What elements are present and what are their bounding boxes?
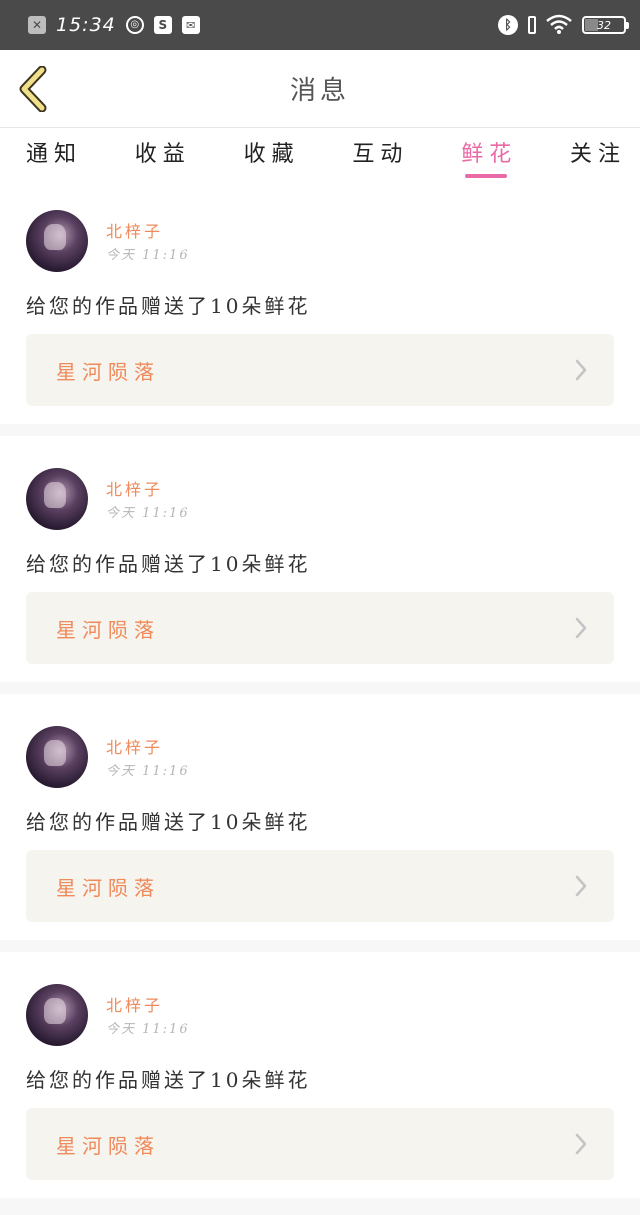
chevron-right-icon [575, 875, 587, 897]
username[interactable]: 北梓子 [106, 734, 163, 758]
tab-bar: 通知 收益 收藏 互动 鲜花 关注 [0, 128, 640, 178]
avatar[interactable] [26, 468, 88, 530]
work-title: 星河陨落 [56, 875, 160, 900]
page-title: 消息 [289, 76, 350, 106]
chevron-right-icon [575, 617, 587, 639]
message-text: 给您的作品赠送了10朵鲜花 [26, 810, 311, 834]
tab-notifications[interactable]: 通知 [26, 136, 82, 178]
message-text: 给您的作品赠送了10朵鲜花 [26, 294, 311, 318]
message-card: 北梓子 今天 11:16 给您的作品赠送了10朵鲜花 星河陨落 [0, 694, 640, 940]
timestamp: 今天 11:16 [106, 764, 190, 779]
username[interactable]: 北梓子 [106, 218, 163, 242]
tab-earnings[interactable]: 收益 [135, 136, 191, 178]
tab-flowers[interactable]: 鲜花 [461, 136, 517, 178]
username[interactable]: 北梓子 [106, 992, 163, 1016]
tab-favorites[interactable]: 收藏 [244, 136, 300, 178]
status-time: 15:34 [56, 14, 116, 36]
work-link[interactable]: 星河陨落 [26, 1108, 614, 1180]
close-notification-icon: ✕ [28, 16, 46, 34]
avatar[interactable] [26, 984, 88, 1046]
message-text: 给您的作品赠送了10朵鲜花 [26, 1068, 311, 1092]
work-title: 星河陨落 [56, 1133, 160, 1158]
work-title: 星河陨落 [56, 359, 160, 384]
timestamp: 今天 11:16 [106, 248, 190, 263]
battery-level: 32 [597, 18, 611, 32]
back-arrow-icon [19, 65, 47, 113]
netease-music-icon: ◎ [125, 16, 144, 34]
wifi-icon [546, 14, 572, 37]
chevron-right-icon [575, 359, 587, 381]
status-bar-left: ✕ 15:34 ◎ S ✉ [28, 14, 200, 36]
status-bar-right: ᛒ 32 [498, 14, 629, 37]
timestamp: 今天 11:16 [106, 506, 190, 521]
device-battery-icon [528, 16, 536, 34]
status-bar: ✕ 15:34 ◎ S ✉ ᛒ 32 [0, 0, 640, 50]
message-card: 北梓子 今天 11:16 给您的作品赠送了10朵鲜花 星河陨落 [0, 178, 640, 424]
chevron-right-icon [575, 1133, 587, 1155]
page-header: 消息 [0, 50, 640, 128]
work-link[interactable]: 星河陨落 [26, 592, 614, 664]
work-title: 星河陨落 [56, 617, 160, 642]
work-link[interactable]: 星河陨落 [26, 334, 614, 406]
avatar[interactable] [26, 726, 88, 788]
message-notification-icon: ✉ [181, 16, 200, 34]
back-button[interactable] [14, 65, 54, 113]
battery-icon: 32 [582, 16, 629, 34]
message-card: 北梓子 今天 11:16 给您的作品赠送了10朵鲜花 星河陨落 [0, 436, 640, 682]
avatar[interactable] [26, 210, 88, 272]
message-card: 北梓子 今天 11:16 给您的作品赠送了10朵鲜花 星河陨落 [0, 952, 640, 1198]
bluetooth-icon: ᛒ [498, 15, 518, 35]
tab-interactions[interactable]: 互动 [352, 136, 408, 178]
app-notification-icon: S [153, 16, 172, 34]
work-link[interactable]: 星河陨落 [26, 850, 614, 922]
timestamp: 今天 11:16 [106, 1022, 190, 1037]
username[interactable]: 北梓子 [106, 476, 163, 500]
message-text: 给您的作品赠送了10朵鲜花 [26, 552, 311, 576]
tab-follows[interactable]: 关注 [570, 136, 626, 178]
message-list: 北梓子 今天 11:16 给您的作品赠送了10朵鲜花 星河陨落 北梓子 今天 1… [0, 178, 640, 1210]
